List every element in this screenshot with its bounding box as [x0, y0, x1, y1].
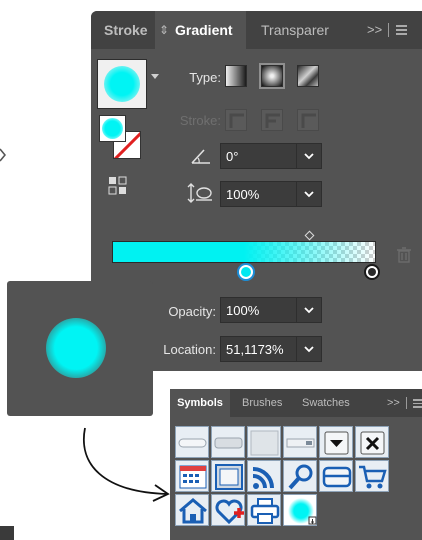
fill-stroke-swatches[interactable] — [99, 115, 141, 159]
color-stop-selected[interactable] — [237, 263, 255, 281]
corner-fragment — [0, 526, 14, 540]
magnifier-icon[interactable] — [283, 460, 317, 492]
stroke-along-button[interactable] — [261, 109, 283, 131]
panel-menu-icon[interactable] — [396, 22, 407, 38]
gradient-panel-tabbar: Stroke ⇕ Gradient Transparer >> — [91, 11, 422, 49]
angle-input[interactable]: 0° — [220, 143, 297, 169]
stroke-across-button[interactable] — [297, 109, 319, 131]
home-icon[interactable] — [175, 494, 209, 526]
tab-divider — [388, 23, 389, 37]
dropdown-arrow-icon[interactable] — [319, 426, 353, 458]
swatch-dropdown-icon[interactable] — [151, 74, 159, 79]
symbols-panel: Symbols Brushes Swatches >> — [170, 389, 422, 540]
linear-gradient-button[interactable] — [225, 65, 247, 87]
cyan-blur-symbol-icon[interactable] — [283, 494, 317, 526]
symbols-panel-tabbar: Symbols Brushes Swatches >> — [170, 389, 422, 417]
stroke-label: Stroke: — [179, 113, 221, 128]
curved-arrow-icon — [83, 427, 170, 502]
tab-symbols[interactable]: Symbols — [170, 389, 230, 417]
angle-icon — [190, 146, 212, 166]
preview-canvas — [7, 281, 153, 416]
opacity-label: Opacity: — [168, 304, 216, 319]
square-button-icon[interactable] — [247, 426, 281, 458]
tab-sort-icon: ⇕ — [159, 23, 170, 37]
calendar-icon[interactable] — [175, 460, 209, 492]
printer-icon[interactable] — [247, 494, 281, 526]
type-buttons — [225, 63, 325, 89]
freeform-gradient-button[interactable] — [297, 65, 319, 87]
tab-transparency[interactable]: Transparer — [261, 11, 334, 49]
tab-swatches[interactable]: Swatches — [302, 389, 350, 417]
panel-expand-button[interactable]: >> — [367, 11, 382, 49]
gradient-slider[interactable] — [112, 241, 376, 263]
cart-icon[interactable] — [355, 460, 389, 492]
slider-field-icon[interactable] — [283, 426, 317, 458]
cyan-blur-circle — [46, 318, 106, 378]
fill-swatch[interactable] — [99, 115, 126, 142]
gradient-midpoint-handle[interactable] — [304, 230, 315, 241]
opacity-input[interactable]: 100% — [220, 297, 297, 323]
rounded-button-icon[interactable] — [211, 426, 245, 458]
delete-stop-icon[interactable] — [397, 247, 411, 263]
aspect-ratio-dropdown[interactable] — [296, 181, 322, 207]
aspect-ratio-input[interactable]: 100% — [220, 181, 297, 207]
aspect-ratio-icon — [187, 182, 213, 204]
heart-add-icon[interactable] — [211, 494, 245, 526]
location-label: Location: — [163, 342, 216, 357]
tab-gradient[interactable]: ⇕ Gradient — [155, 11, 246, 49]
rss-icon[interactable] — [247, 460, 281, 492]
tab-gradient-label: Gradient — [175, 22, 233, 38]
card-icon[interactable] — [319, 460, 353, 492]
location-input[interactable]: 51,1173% — [220, 336, 297, 362]
filmstrip-icon[interactable] — [211, 460, 245, 492]
symbols-expand-button[interactable]: >> — [387, 389, 400, 417]
opacity-dropdown[interactable] — [296, 297, 322, 323]
angle-dropdown[interactable] — [296, 143, 322, 169]
symbols-menu-icon[interactable] — [413, 398, 422, 408]
symbols-tab-divider — [406, 397, 407, 409]
gradient-swatch[interactable] — [97, 59, 147, 109]
close-x-icon[interactable] — [355, 426, 389, 458]
partial-caret-icon — [0, 147, 7, 163]
type-label: Type: — [189, 70, 221, 85]
location-dropdown[interactable] — [296, 336, 322, 362]
radial-gradient-button[interactable] — [259, 63, 285, 89]
color-stop-end[interactable] — [364, 264, 380, 280]
pill-button-icon[interactable] — [175, 426, 209, 458]
tab-stroke[interactable]: Stroke — [104, 11, 148, 49]
tab-brushes[interactable]: Brushes — [242, 389, 282, 417]
stroke-within-button[interactable] — [225, 109, 247, 131]
reverse-gradient-icon[interactable] — [108, 176, 128, 196]
